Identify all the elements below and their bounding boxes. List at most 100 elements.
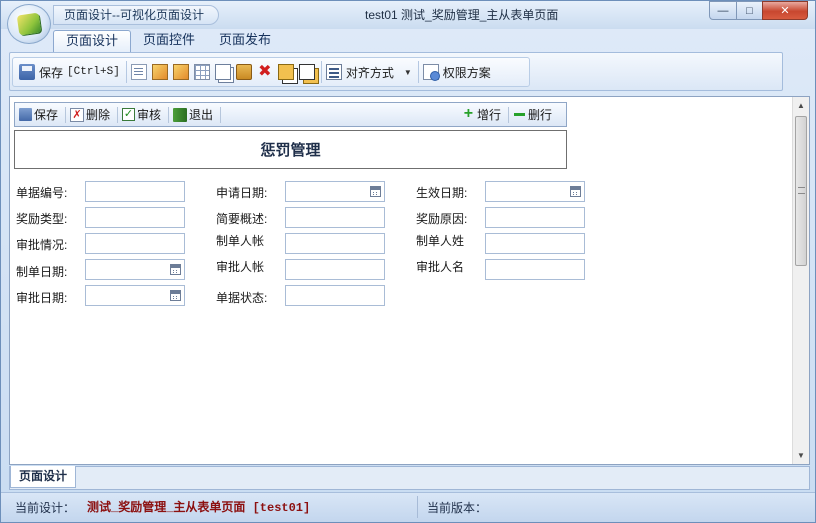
field-label-creator-name: 制单人姓 xyxy=(416,234,465,248)
form-save-label: 保存 xyxy=(34,108,59,122)
copy-icon xyxy=(214,64,231,80)
status-bar: 当前设计： 测试_奖励管理_主从表单页面 [test01] 当前版本： xyxy=(1,492,815,522)
chevron-down-icon: ▼ xyxy=(403,67,412,77)
apply-date-input[interactable] xyxy=(285,181,385,202)
form-delete-button[interactable]: ✗ 删除 xyxy=(70,104,110,126)
delete-icon: ✖ xyxy=(258,63,272,80)
vertical-scrollbar[interactable]: ▲ ▼ xyxy=(792,97,809,464)
quick-access-title: 页面设计--可视化页面设计 xyxy=(53,5,219,25)
scrollbar-thumb[interactable] xyxy=(795,116,807,266)
field-label-reward-type: 奖励类型: xyxy=(16,212,68,226)
maximize-button[interactable]: □ xyxy=(736,1,763,20)
designer-window: 页面设计--可视化页面设计 test01 测试_奖励管理_主从表单页面 — □ … xyxy=(0,0,816,523)
tab-page-design[interactable]: 页面设计 xyxy=(53,30,132,52)
field-label-approver-name: 审批人名 xyxy=(416,260,465,274)
reward-type-input[interactable] xyxy=(85,207,185,228)
save-icon xyxy=(19,108,32,121)
scroll-up-icon[interactable]: ▲ xyxy=(793,97,809,114)
doc-status-input[interactable] xyxy=(285,285,385,306)
grid-button[interactable] xyxy=(193,61,210,83)
summary-input[interactable] xyxy=(285,207,385,228)
image-button[interactable] xyxy=(172,61,189,83)
doc-tab-page-design[interactable]: 页面设计 xyxy=(10,466,77,488)
calendar-icon[interactable] xyxy=(170,264,181,275)
form-exit-label: 退出 xyxy=(189,108,214,122)
delete-button[interactable]: ✖ xyxy=(257,61,273,83)
new-page-button[interactable] xyxy=(130,61,147,83)
reward-reason-input[interactable] xyxy=(485,207,585,228)
design-canvas[interactable]: 保存 ✗ 删除 ✓ 审核 退出 + 增行 删行 惩罚管理 单据编号: 申请日期:… xyxy=(9,96,810,465)
permission-scheme-button[interactable]: 权限方案 xyxy=(422,61,491,83)
form-toolbar-separator xyxy=(168,106,170,123)
calendar-icon[interactable] xyxy=(170,290,181,301)
save-icon xyxy=(19,64,35,80)
field-label-summary: 简要概述: xyxy=(216,212,268,226)
send-to-back-button[interactable] xyxy=(298,61,315,83)
status-separator xyxy=(417,496,418,518)
approval-status-input[interactable] xyxy=(85,233,185,254)
form-title[interactable]: 惩罚管理 xyxy=(14,130,567,169)
align-dropdown[interactable]: 对齐方式 ▼ xyxy=(325,61,412,83)
field-label-approval-status: 审批情况: xyxy=(16,238,68,252)
form-audit-button[interactable]: ✓ 审核 xyxy=(122,104,161,126)
minimize-button[interactable]: — xyxy=(709,1,737,20)
current-version-label: 当前版本： xyxy=(427,501,488,515)
field-label-approver-account: 审批人帐 xyxy=(216,260,265,274)
bring-to-front-button[interactable] xyxy=(277,61,294,83)
approval-date-input[interactable] xyxy=(85,285,185,306)
properties-button[interactable] xyxy=(151,61,168,83)
checkbox-icon: ✓ xyxy=(122,108,136,121)
save-label: 保存 xyxy=(39,65,64,80)
calendar-icon[interactable] xyxy=(370,186,381,197)
tab-page-controls[interactable]: 页面控件 xyxy=(131,30,207,52)
permission-icon xyxy=(422,64,440,81)
copy-button[interactable] xyxy=(214,61,231,83)
tab-page-publish[interactable]: 页面发布 xyxy=(207,30,283,52)
grip-icon xyxy=(798,187,805,194)
form-exit-button[interactable]: 退出 xyxy=(173,104,213,126)
save-button[interactable]: 保存 [Ctrl+S] xyxy=(19,61,120,83)
align-icon xyxy=(325,64,342,80)
toolbar-separator xyxy=(320,61,322,83)
new-page-icon xyxy=(130,64,147,80)
close-button[interactable]: ✕ xyxy=(762,1,808,20)
title-bar: 页面设计--可视化页面设计 test01 测试_奖励管理_主从表单页面 — □ … xyxy=(1,1,815,44)
scroll-down-icon[interactable]: ▼ xyxy=(793,447,809,464)
app-menu-button[interactable] xyxy=(7,4,51,44)
save-shortcut: [Ctrl+S] xyxy=(67,66,120,78)
plus-icon: + xyxy=(463,105,474,122)
delete-document-icon: ✗ xyxy=(70,107,85,122)
image-icon xyxy=(172,64,189,80)
effective-date-input[interactable] xyxy=(485,181,585,202)
form-save-button[interactable]: 保存 xyxy=(19,104,58,126)
approver-account-input[interactable] xyxy=(285,259,385,280)
window-title: test01 测试_奖励管理_主从表单页面 xyxy=(365,8,559,22)
delete-row-button[interactable]: 删行 xyxy=(513,104,552,126)
properties-icon xyxy=(151,64,168,80)
exit-icon xyxy=(173,107,188,122)
document-tabs: 页面设计 xyxy=(9,466,810,490)
field-label-created-date: 制单日期: xyxy=(16,265,68,279)
field-label-doc-number: 单据编号: xyxy=(16,186,68,200)
minus-icon xyxy=(513,108,526,121)
creator-name-input[interactable] xyxy=(485,233,585,254)
toolbar-separator xyxy=(125,61,127,83)
field-label-apply-date: 申请日期: xyxy=(216,186,268,200)
form-toolbar-separator xyxy=(117,106,119,123)
paste-button[interactable] xyxy=(235,61,252,83)
ribbon-tabs: 页面设计 页面控件 页面发布 xyxy=(53,30,283,52)
ribbon-toolbar: 保存 [Ctrl+S] ✖ 对齐方式 ▼ 权限方案 xyxy=(9,52,783,91)
form-toolbar-separator xyxy=(507,106,509,123)
toolbar-separator xyxy=(417,61,419,83)
send-to-back-icon xyxy=(298,64,315,80)
calendar-icon[interactable] xyxy=(570,186,581,197)
created-date-input[interactable] xyxy=(85,259,185,280)
paste-icon xyxy=(235,64,252,80)
form-audit-label: 审核 xyxy=(137,108,162,122)
approver-name-input[interactable] xyxy=(485,259,585,280)
app-cube-icon xyxy=(16,12,42,36)
creator-account-input[interactable] xyxy=(285,233,385,254)
add-row-button[interactable]: + 增行 xyxy=(462,104,501,126)
form-toolbar: 保存 ✗ 删除 ✓ 审核 退出 + 增行 删行 xyxy=(14,102,567,127)
doc-number-input[interactable] xyxy=(85,181,185,202)
